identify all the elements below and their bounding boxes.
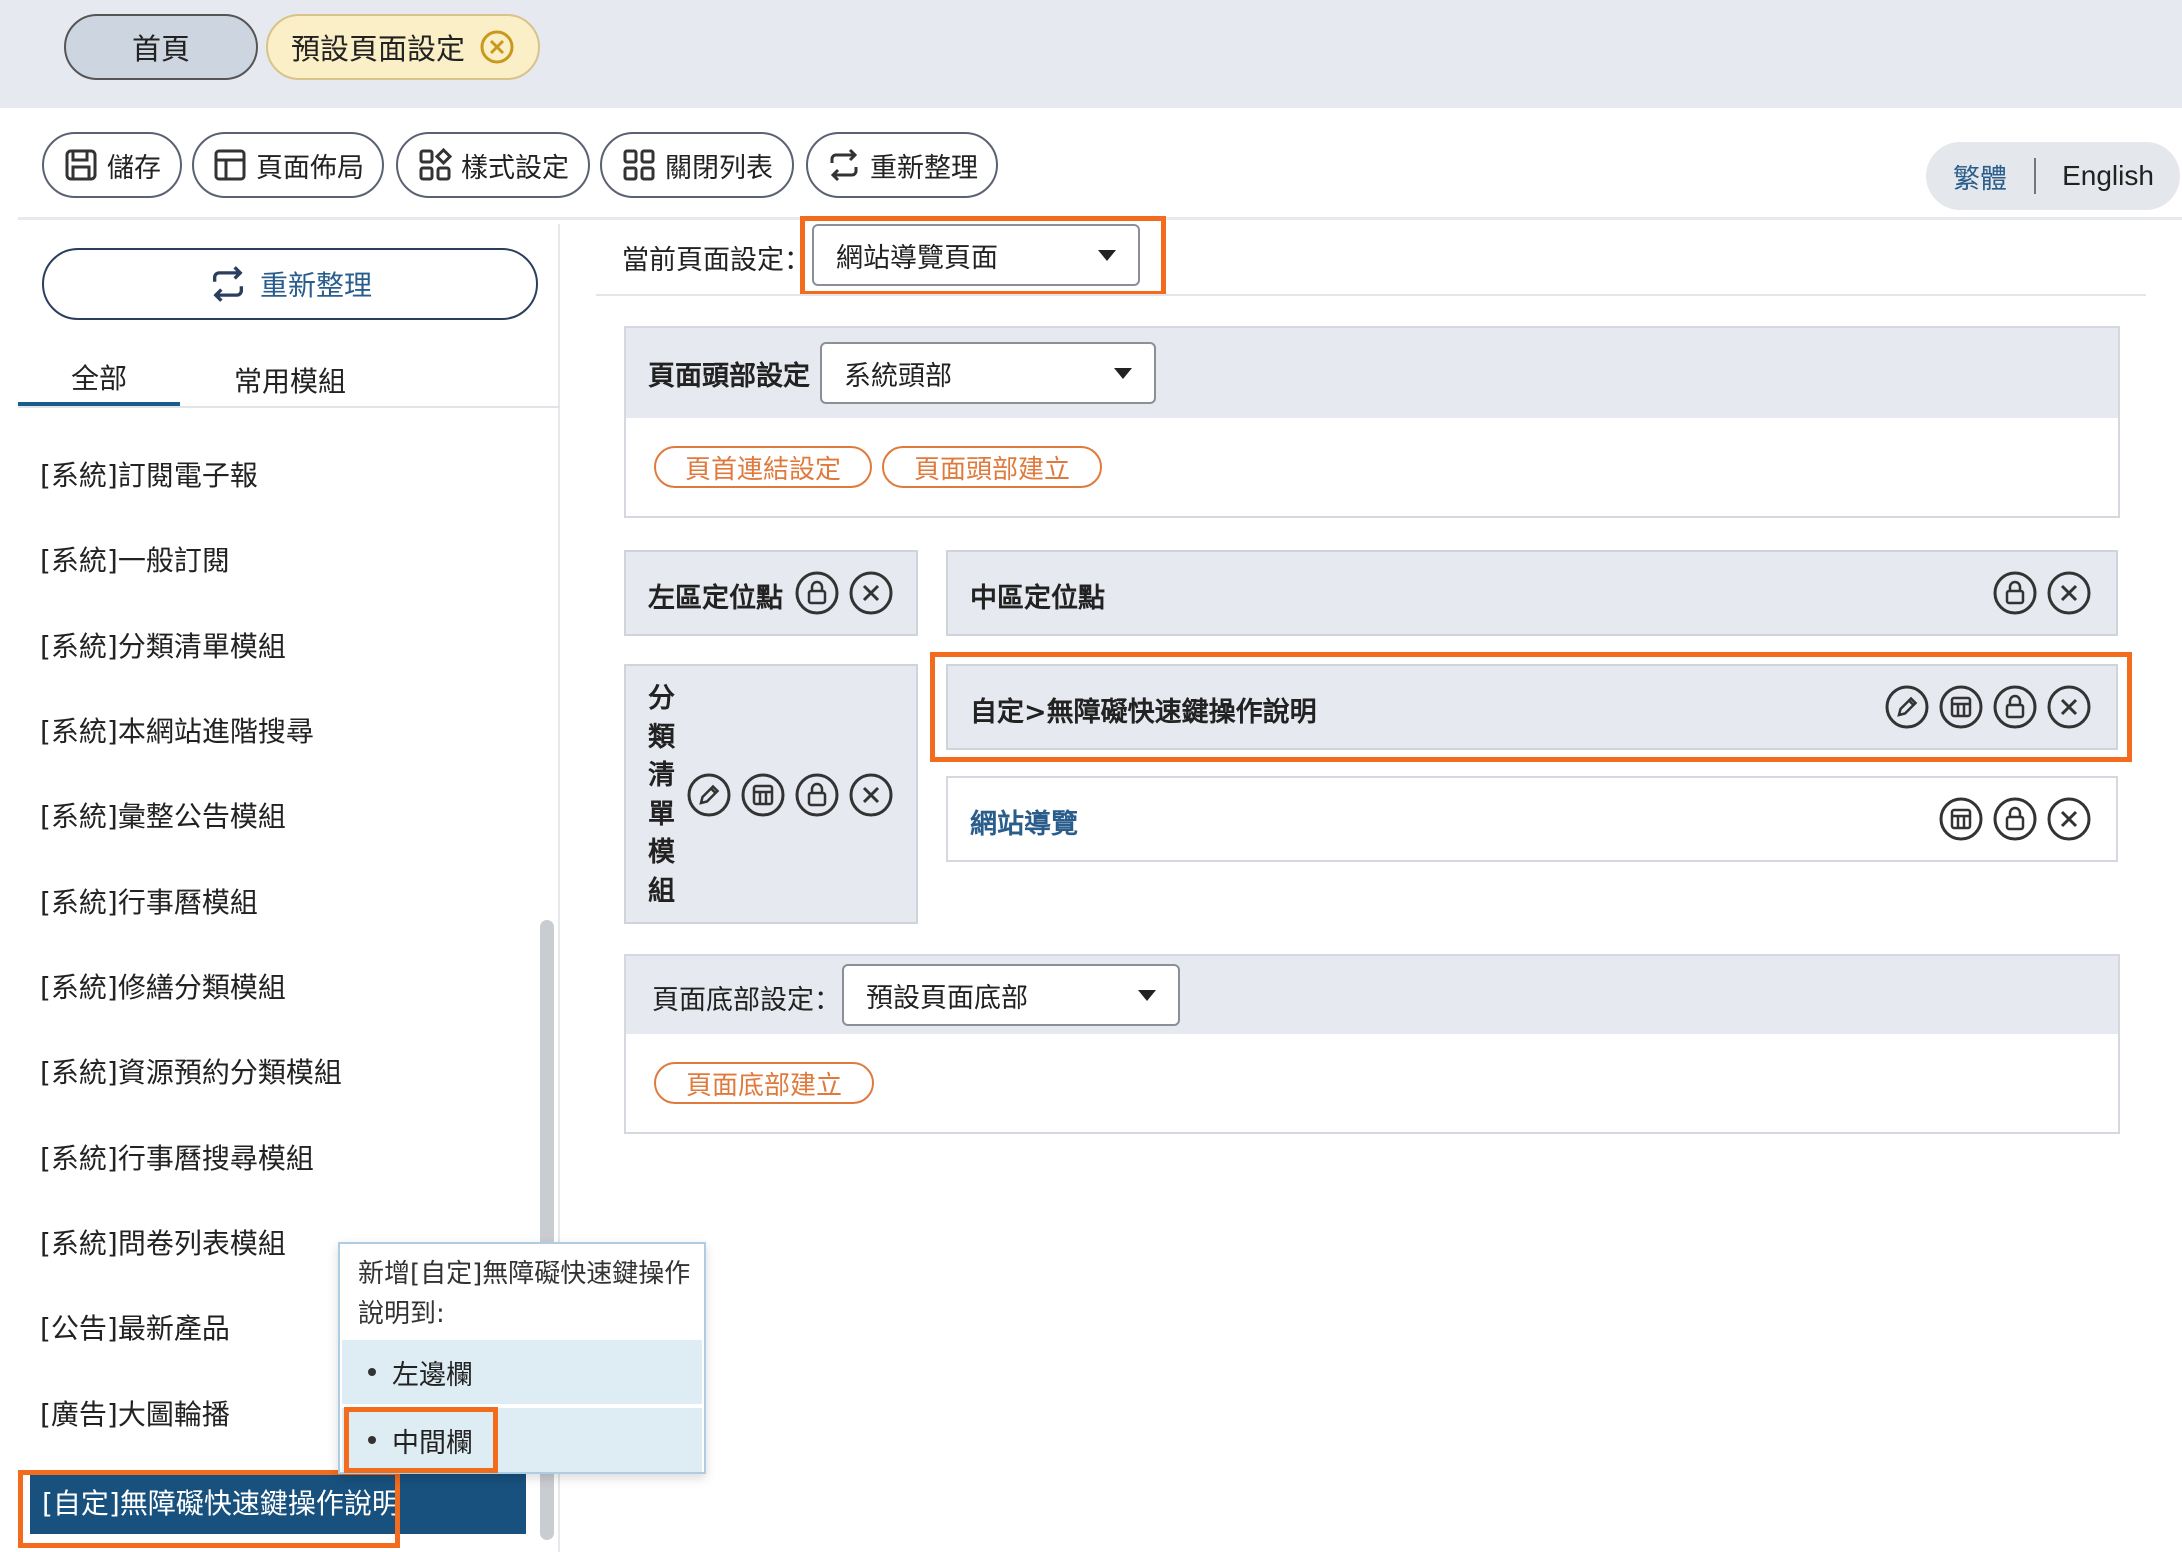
edit-icon[interactable]	[686, 772, 732, 818]
popup-option-label: 左邊欄	[392, 1359, 473, 1391]
close-list-button[interactable]: 關閉列表	[600, 132, 794, 198]
module-item[interactable]: [系統]行事曆模組	[40, 883, 258, 923]
module-item[interactable]: [系統]分類清單模組	[40, 627, 286, 667]
tab-all[interactable]: 全部	[18, 352, 180, 408]
module-item[interactable]: [系統]彙整公告模組	[40, 797, 286, 837]
module-item[interactable]: [系統]訂閱電子報	[40, 456, 258, 496]
tab-default-page-settings[interactable]: 預設頁面設定	[266, 14, 540, 80]
lock-icon[interactable]	[1992, 796, 2038, 842]
bullet	[368, 1368, 376, 1376]
close-icon[interactable]	[2046, 570, 2092, 616]
refresh-icon	[212, 266, 243, 302]
footer-build-button[interactable]: 頁面底部建立	[654, 1062, 874, 1104]
footer-select[interactable]: 預設頁面底部	[842, 964, 1180, 1026]
module-item[interactable]: [公告]最新產品	[40, 1309, 230, 1349]
style-settings-label: 樣式設定	[461, 152, 569, 184]
layout-icon	[214, 149, 246, 181]
footer-build-label: 頁面底部建立	[685, 1070, 842, 1101]
tab-common-modules[interactable]: 常用模組	[180, 352, 400, 408]
tab-home-label: 首頁	[131, 32, 190, 66]
refresh-icon	[830, 148, 858, 182]
module-item[interactable]: [系統]本網站進階搜尋	[40, 712, 314, 752]
refresh-button[interactable]: 重新整理	[806, 132, 998, 198]
close-icon[interactable]	[2046, 796, 2092, 842]
header-link-settings-label: 頁首連結設定	[684, 454, 841, 485]
language-switcher: 繁體 English	[1926, 142, 2180, 210]
layout-icon[interactable]	[1938, 796, 1984, 842]
module-item[interactable]: [系統]修繕分類模組	[40, 968, 286, 1008]
grid-icon	[623, 149, 655, 181]
close-list-label: 關閉列表	[665, 152, 773, 184]
footer-value: 預設頁面底部	[866, 982, 1028, 1014]
highlight-selected-module	[18, 1470, 400, 1548]
sidebar-refresh-button[interactable]: 重新整理	[42, 248, 538, 320]
tab-common-label: 常用模組	[233, 365, 346, 398]
tab-home[interactable]: 首頁	[64, 14, 258, 80]
highlight-custom-module	[930, 652, 2132, 762]
save-button[interactable]: 儲存	[42, 132, 182, 198]
refresh-label: 重新整理	[870, 152, 978, 184]
header-link-settings-button[interactable]: 頁首連結設定	[654, 446, 872, 488]
lock-icon[interactable]	[794, 772, 840, 818]
header-settings-label: 頁面頭部設定	[648, 361, 810, 392]
tab-divider	[18, 406, 560, 408]
current-page-label: 當前頁面設定：	[622, 245, 811, 276]
lang-en[interactable]: English	[2036, 160, 2180, 192]
close-icon[interactable]	[848, 570, 894, 616]
left-zone-module-title: 分類清單模組	[648, 683, 675, 907]
tab-all-label: 全部	[70, 362, 127, 395]
layout-icon[interactable]	[740, 772, 786, 818]
lock-icon[interactable]	[794, 570, 840, 616]
popup-title: 新增[自定]無障礙快速鍵操作說明到:	[358, 1259, 691, 1329]
highlight-current-page-select	[800, 216, 1166, 296]
sidebar-refresh-label: 重新整理	[259, 269, 372, 302]
module-item[interactable]: [系統]行事曆搜尋模組	[40, 1139, 314, 1179]
module-item[interactable]: [系統]一般訂閱	[40, 541, 230, 581]
highlight-center-column-option	[344, 1407, 498, 1473]
module-item[interactable]: [系統]問卷列表模組	[40, 1224, 286, 1264]
center-module-sitemap-title[interactable]: 網站導覽	[970, 802, 1078, 841]
popup-option-left-column[interactable]: 左邊欄	[342, 1340, 702, 1404]
module-item[interactable]: [系統]資源預約分類模組	[40, 1053, 342, 1093]
close-circle-icon[interactable]	[479, 29, 515, 65]
lang-zh[interactable]: 繁體	[1926, 157, 2034, 196]
page-layout-button[interactable]: 頁面佈局	[192, 132, 384, 198]
page-layout-label: 頁面佈局	[256, 152, 364, 184]
header-value: 系統頭部	[844, 360, 952, 392]
caret-down-icon	[1138, 989, 1156, 1001]
footer-settings-label: 頁面底部設定：	[652, 985, 841, 1016]
save-icon	[65, 149, 97, 181]
header-build-button[interactable]: 頁面頭部建立	[882, 446, 1102, 488]
save-label: 儲存	[107, 152, 161, 184]
widgets-icon	[419, 147, 453, 181]
main-divider	[596, 294, 2146, 296]
tab-active-label: 預設頁面設定	[290, 32, 465, 66]
close-icon[interactable]	[848, 772, 894, 818]
header-select[interactable]: 系統頭部	[820, 342, 1156, 404]
lock-icon[interactable]	[1992, 570, 2038, 616]
left-zone-title: 左區定位點	[648, 583, 783, 614]
caret-down-icon	[1114, 367, 1132, 379]
center-zone-header	[946, 550, 2118, 636]
style-settings-button[interactable]: 樣式設定	[396, 132, 590, 198]
module-item[interactable]: [廣告]大圖輪播	[40, 1395, 230, 1435]
header-build-label: 頁面頭部建立	[913, 454, 1070, 485]
center-zone-title: 中區定位點	[970, 583, 1105, 614]
